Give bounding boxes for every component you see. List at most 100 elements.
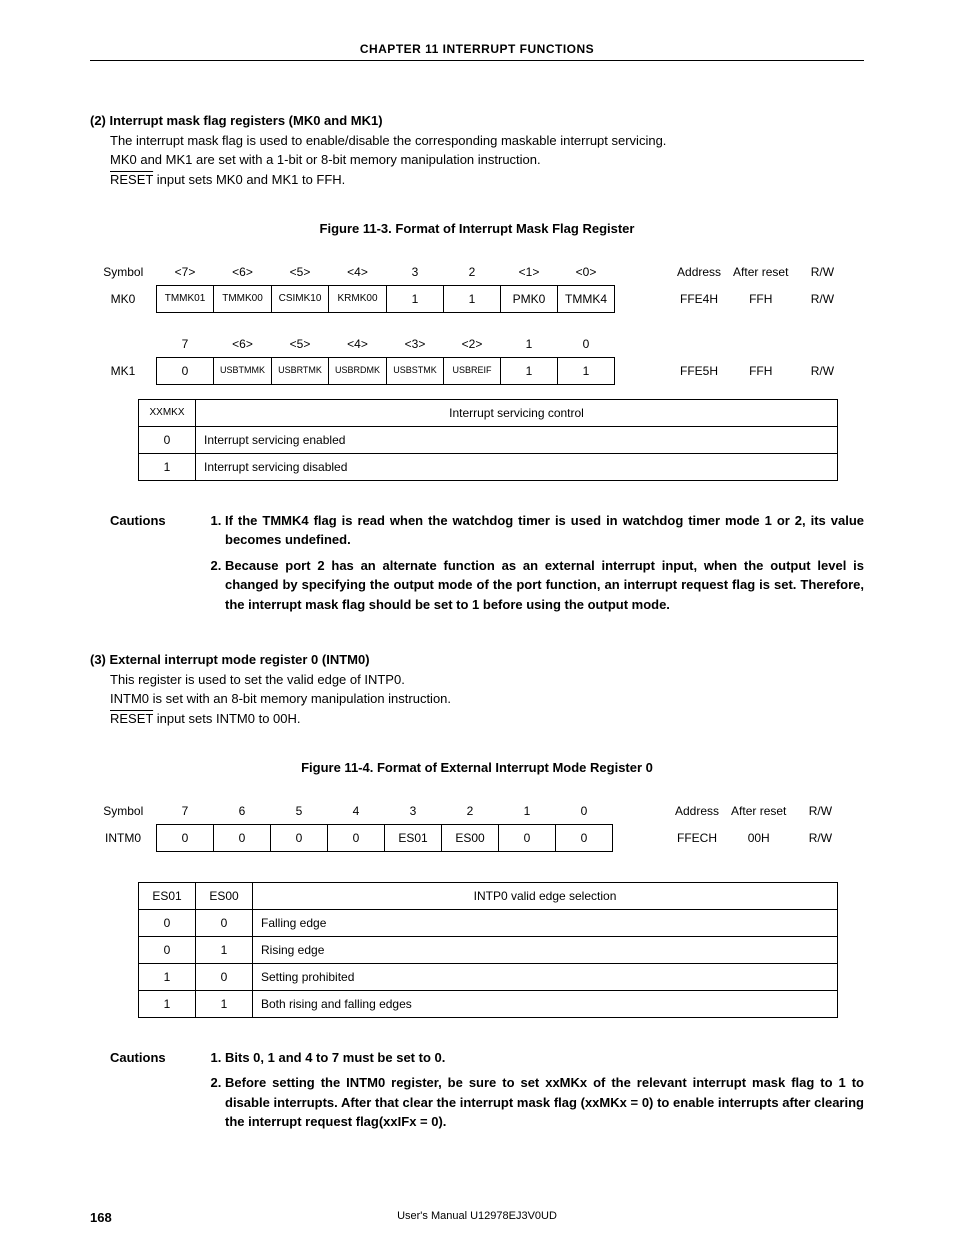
mk0-c1: PMK0 bbox=[501, 285, 558, 312]
xxmkx-desc-header: Interrupt servicing control bbox=[196, 399, 838, 426]
mk0-c2: 1 bbox=[444, 285, 501, 312]
mk0-c7: TMMK01 bbox=[157, 285, 214, 312]
mk1-h6: <6> bbox=[214, 331, 272, 358]
intm0-c5: 0 bbox=[271, 824, 328, 851]
mk0-c4: KRMK00 bbox=[329, 285, 387, 312]
mk1-h3: <3> bbox=[387, 331, 444, 358]
xxmkx-r0-v: 0 bbox=[139, 426, 196, 453]
figure-11-3-title: Figure 11-3. Format of Interrupt Mask Fl… bbox=[90, 219, 864, 239]
mk1-c0: 1 bbox=[558, 357, 615, 384]
section-3-p3: RESET input sets INTM0 to 00H. bbox=[110, 709, 864, 729]
es-r3-a: 1 bbox=[139, 990, 196, 1017]
mk1-c1: 1 bbox=[501, 357, 558, 384]
es00-header: ES00 bbox=[196, 882, 253, 909]
mk1-c2: USBREIF bbox=[444, 357, 501, 384]
section-2-title: (2) Interrupt mask flag registers (MK0 a… bbox=[90, 111, 864, 131]
mk1-h0: 0 bbox=[558, 331, 615, 358]
section-2-p1: The interrupt mask flag is used to enabl… bbox=[110, 131, 864, 151]
reset-overline-2: RESET bbox=[110, 711, 153, 726]
intm0-rw-label: R/W bbox=[792, 798, 848, 825]
mk1-c5: USBRTMK bbox=[272, 357, 329, 384]
manual-id: User's Manual U12978EJ3V0UD bbox=[397, 1208, 557, 1225]
mk0-rw: R/W bbox=[794, 285, 850, 312]
section-3-p1: This register is used to set the valid e… bbox=[110, 670, 864, 690]
mk1-c6: USBTMMK bbox=[214, 357, 272, 384]
es-r0-a: 0 bbox=[139, 909, 196, 936]
intm0-h5: 5 bbox=[271, 798, 328, 825]
cautions-2-label: Cautions bbox=[110, 1048, 205, 1138]
es-r3-t: Both rising and falling edges bbox=[253, 990, 838, 1017]
es-r3-b: 1 bbox=[196, 990, 253, 1017]
mk0-h4: <4> bbox=[329, 259, 387, 286]
section-3-title: (3) External interrupt mode register 0 (… bbox=[90, 650, 864, 670]
chapter-header: CHAPTER 11 INTERRUPT FUNCTIONS bbox=[90, 40, 864, 61]
mk0-h6: <6> bbox=[214, 259, 272, 286]
mk0-c0: TMMK4 bbox=[558, 285, 615, 312]
mk1-c3: USBSTMK bbox=[387, 357, 444, 384]
intm0-c0: 0 bbox=[556, 824, 613, 851]
mk0-c5: CSIMK10 bbox=[272, 285, 329, 312]
mk1-h7: 7 bbox=[157, 331, 214, 358]
mk1-c7: 0 bbox=[157, 357, 214, 384]
xxmkx-r1-v: 1 bbox=[139, 453, 196, 480]
intm0-h4: 4 bbox=[328, 798, 385, 825]
es-r2-a: 1 bbox=[139, 963, 196, 990]
es-r2-t: Setting prohibited bbox=[253, 963, 838, 990]
xxmkx-header: XXMKX bbox=[139, 399, 196, 426]
rw-label: R/W bbox=[794, 259, 850, 286]
intm0-h7: 7 bbox=[157, 798, 214, 825]
register-table-mk: Symbol <7> <6> <5> <4> 3 2 <1> <0> Addre… bbox=[90, 259, 850, 385]
section-2-p3: RESET input sets MK0 and MK1 to FFH. bbox=[110, 170, 864, 190]
mk0-h5: <5> bbox=[272, 259, 329, 286]
mk0-h0: <0> bbox=[558, 259, 615, 286]
intm0-addr: FFECH bbox=[669, 824, 725, 851]
intm0-h3: 3 bbox=[385, 798, 442, 825]
intm0-c2: ES00 bbox=[442, 824, 499, 851]
cautions-1-label: Cautions bbox=[110, 511, 205, 621]
mk0-h3: 3 bbox=[387, 259, 444, 286]
mk0-h1: <1> bbox=[501, 259, 558, 286]
mk1-h5: <5> bbox=[272, 331, 329, 358]
mk0-reset: FFH bbox=[727, 285, 794, 312]
register-table-intm0: Symbol 7 6 5 4 3 2 1 0 Address After res… bbox=[90, 798, 849, 852]
mk0-c6: TMMK00 bbox=[214, 285, 272, 312]
mk1-h2: <2> bbox=[444, 331, 501, 358]
intm0-rw: R/W bbox=[792, 824, 848, 851]
after-reset-label: After reset bbox=[727, 259, 794, 286]
section-3-p3b: input sets INTM0 to 00H. bbox=[153, 711, 300, 726]
mk1-c4: USBRDMK bbox=[329, 357, 387, 384]
intm0-h0: 0 bbox=[556, 798, 613, 825]
mk1-reset: FFH bbox=[727, 357, 794, 384]
es-r1-a: 0 bbox=[139, 936, 196, 963]
symbol-label: Symbol bbox=[90, 259, 157, 286]
mk0-h2: 2 bbox=[444, 259, 501, 286]
intm0-reset-label: After reset bbox=[725, 798, 792, 825]
intm0-c4: 0 bbox=[328, 824, 385, 851]
cautions-2-li1: Bits 0, 1 and 4 to 7 must be set to 0. bbox=[225, 1048, 864, 1068]
intm0-symbol-label: Symbol bbox=[90, 798, 157, 825]
intm0-c1: 0 bbox=[499, 824, 556, 851]
es-r2-b: 0 bbox=[196, 963, 253, 990]
mk0-symbol: MK0 bbox=[90, 285, 157, 312]
intm0-c7: 0 bbox=[157, 824, 214, 851]
intm0-h2: 2 bbox=[442, 798, 499, 825]
section-3-p2: INTM0 is set with an 8-bit memory manipu… bbox=[110, 689, 864, 709]
cautions-2-li2: Before setting the INTM0 register, be su… bbox=[225, 1073, 864, 1132]
es01-header: ES01 bbox=[139, 882, 196, 909]
intm0-reset: 00H bbox=[725, 824, 792, 851]
mk1-h1: 1 bbox=[501, 331, 558, 358]
cautions-1-li2: Because port 2 has an alternate function… bbox=[225, 556, 864, 615]
page-footer: 168 User's Manual U12978EJ3V0UD bbox=[90, 1208, 864, 1228]
es-lookup-table: ES01 ES00 INTP0 valid edge selection 0 0… bbox=[138, 882, 838, 1018]
mk0-h7: <7> bbox=[157, 259, 214, 286]
es-r1-b: 1 bbox=[196, 936, 253, 963]
intm0-h6: 6 bbox=[214, 798, 271, 825]
es-desc-header: INTP0 valid edge selection bbox=[253, 882, 838, 909]
es-r0-t: Falling edge bbox=[253, 909, 838, 936]
mk1-addr: FFE5H bbox=[671, 357, 727, 384]
xxmkx-lookup-table: XXMKX Interrupt servicing control 0 Inte… bbox=[138, 399, 838, 481]
mk0-c3: 1 bbox=[387, 285, 444, 312]
xxmkx-r1-t: Interrupt servicing disabled bbox=[196, 453, 838, 480]
cautions-1-li1: If the TMMK4 flag is read when the watch… bbox=[225, 511, 864, 550]
intm0-addr-label: Address bbox=[669, 798, 725, 825]
